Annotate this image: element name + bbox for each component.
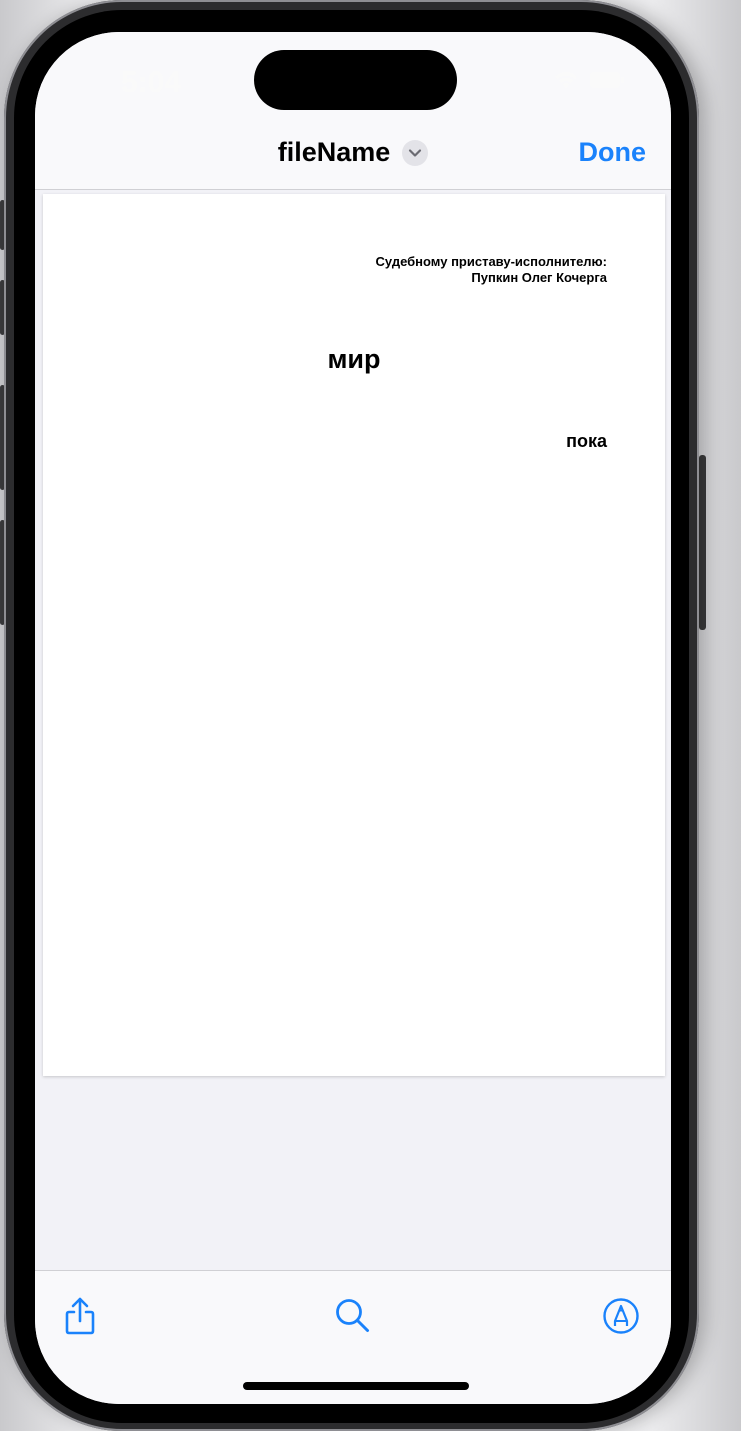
battery-icon xyxy=(589,71,625,94)
chevron-down-icon[interactable] xyxy=(402,139,429,166)
power-button xyxy=(699,455,706,630)
dynamic-island xyxy=(254,50,457,110)
status-icons xyxy=(553,70,625,95)
markup-button[interactable] xyxy=(596,1293,646,1343)
document-closing: пока xyxy=(566,431,607,451)
phone-screen: 5:04 fileName Done Судебному приставу-ис… xyxy=(35,32,671,1404)
done-button[interactable]: Done xyxy=(579,137,647,168)
status-time: 5:04 xyxy=(121,66,182,99)
addressee-line-2: Пупкин Олег Кочерга xyxy=(471,270,607,285)
search-icon xyxy=(334,1297,372,1340)
share-icon xyxy=(63,1296,97,1341)
wifi-icon xyxy=(553,70,579,95)
title-menu[interactable]: fileName xyxy=(35,137,671,168)
home-indicator[interactable] xyxy=(243,1382,469,1390)
document-page[interactable]: Судебному приставу-исполнителю: Пупкин О… xyxy=(43,194,665,1076)
screenshot-stage: 5:04 fileName Done Судебному приставу-ис… xyxy=(0,0,741,1431)
addressee-block: Судебному приставу-исполнителю: Пупкин О… xyxy=(376,254,607,286)
addressee-line-1: Судебному приставу-исполнителю: xyxy=(375,254,607,269)
document-heading: мир xyxy=(327,344,381,374)
markup-icon xyxy=(602,1297,640,1340)
document-title[interactable]: fileName xyxy=(278,137,391,168)
search-button[interactable] xyxy=(328,1293,378,1343)
navigation-bar: fileName Done xyxy=(35,127,671,190)
share-button[interactable] xyxy=(55,1293,105,1343)
status-bar: 5:04 xyxy=(35,32,671,127)
document-viewer[interactable]: Судебному приставу-исполнителю: Пупкин О… xyxy=(35,190,671,1270)
